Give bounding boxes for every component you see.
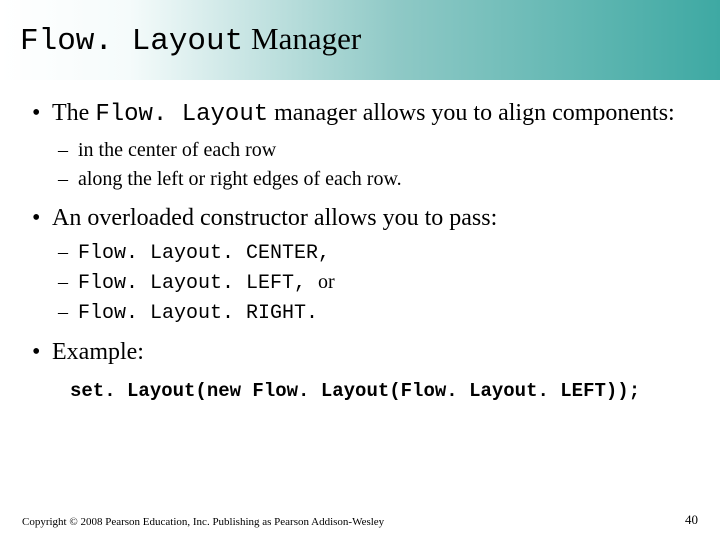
slide-title: Flow. Layout Manager	[20, 22, 720, 59]
bullet-2-sub-1-code: Flow. Layout. CENTER,	[78, 242, 330, 265]
bullet-2-sub-2-tail: or	[318, 271, 335, 293]
bullet-2-sublist: Flow. Layout. CENTER, Flow. Layout. LEFT…	[52, 239, 690, 327]
bullet-2-sub-3-code: Flow. Layout. RIGHT.	[78, 302, 318, 325]
content-area: The Flow. Layout manager allows you to a…	[0, 80, 720, 402]
bullet-1-pre: The	[52, 100, 95, 126]
bullet-2-sub-1: Flow. Layout. CENTER,	[78, 239, 690, 267]
bullet-2-text: An overloaded constructor allows you to …	[52, 205, 497, 231]
title-code: Flow. Layout	[20, 24, 243, 59]
title-text: Manager	[243, 21, 361, 56]
title-band: Flow. Layout Manager	[0, 0, 720, 80]
bullet-2-sub-2: Flow. Layout. LEFT, or	[78, 269, 690, 297]
bullet-1-sublist: in the center of each row along the left…	[52, 137, 690, 193]
copyright-text: Copyright © 2008 Pearson Education, Inc.…	[22, 516, 384, 528]
bullet-1: The Flow. Layout manager allows you to a…	[52, 98, 690, 193]
example-code: set. Layout(new Flow. Layout(Flow. Layou…	[70, 380, 690, 402]
bullet-2-sub-3: Flow. Layout. RIGHT.	[78, 299, 690, 327]
bullet-2: An overloaded constructor allows you to …	[52, 203, 690, 328]
page-number: 40	[685, 512, 698, 528]
bullet-1-code: Flow. Layout	[95, 101, 268, 128]
bullet-3: Example:	[52, 337, 690, 368]
bullet-1-sub-1: in the center of each row	[78, 137, 690, 164]
bullet-2-sub-2-code: Flow. Layout. LEFT,	[78, 272, 318, 295]
bullet-list: The Flow. Layout manager allows you to a…	[30, 98, 690, 368]
slide: Flow. Layout Manager The Flow. Layout ma…	[0, 0, 720, 540]
footer: Copyright © 2008 Pearson Education, Inc.…	[22, 516, 698, 528]
bullet-1-sub-2: along the left or right edges of each ro…	[78, 166, 690, 193]
bullet-1-post: manager allows you to align components:	[268, 100, 675, 126]
